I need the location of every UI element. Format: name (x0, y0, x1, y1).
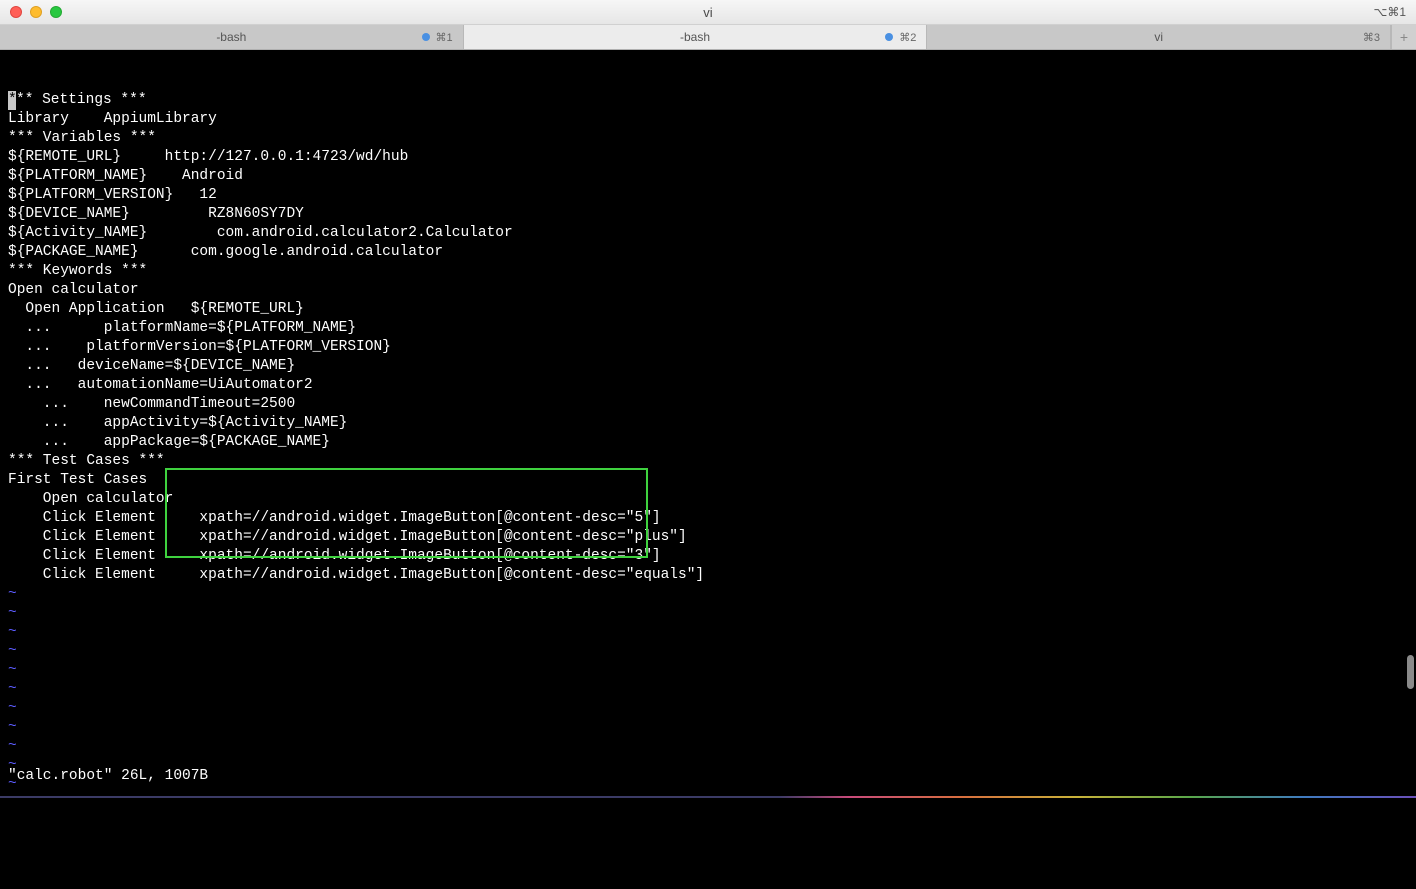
editor-line: First Test Cases (0, 471, 1416, 490)
vi-empty-line-tilde: ~ (0, 604, 1416, 623)
editor-line: ${PLATFORM_NAME} Android (0, 167, 1416, 186)
editor-line: *** Settings *** (0, 91, 1416, 110)
zoom-window-button[interactable] (50, 6, 62, 18)
vi-empty-line-tilde: ~ (0, 756, 1416, 775)
editor-line: *** Keywords *** (0, 262, 1416, 281)
editor-line: Library AppiumLibrary (0, 110, 1416, 129)
editor-line: ... automationName=UiAutomator2 (0, 376, 1416, 395)
vertical-scrollbar[interactable] (1407, 655, 1414, 689)
window-titlebar: vi ⌥⌘1 (0, 0, 1416, 25)
editor-line: Click Element xpath=//android.widget.Ima… (0, 528, 1416, 547)
vi-empty-line-tilde: ~ (0, 642, 1416, 661)
editor-line: ${Activity_NAME} com.android.calculator2… (0, 224, 1416, 243)
editor-line: Click Element xpath=//android.widget.Ima… (0, 547, 1416, 566)
close-window-button[interactable] (10, 6, 22, 18)
dirty-indicator-icon (422, 33, 430, 41)
editor-line: *** Variables *** (0, 129, 1416, 148)
editor-line: Open calculator (0, 281, 1416, 300)
editor-line: ... appActivity=${Activity_NAME} (0, 414, 1416, 433)
editor-line: ... platformVersion=${PLATFORM_VERSION} (0, 338, 1416, 357)
tab-shortcut: ⌘2 (885, 31, 916, 44)
cursor-block: * (8, 91, 16, 110)
vi-empty-line-tilde: ~ (0, 699, 1416, 718)
traffic-lights-group (0, 6, 62, 18)
tab-vi[interactable]: vi ⌘3 (927, 25, 1391, 49)
tab-shortcut: ⌘1 (422, 31, 453, 44)
minimize-window-button[interactable] (30, 6, 42, 18)
tab-bash-2[interactable]: -bash ⌘2 (464, 25, 928, 49)
add-tab-button[interactable]: + (1391, 25, 1416, 49)
tab-label: -bash (216, 30, 246, 44)
vi-empty-line-tilde: ~ (0, 585, 1416, 604)
editor-line: Open calculator (0, 490, 1416, 509)
editor-line: ... platformName=${PLATFORM_NAME} (0, 319, 1416, 338)
window-title: vi (703, 5, 712, 20)
editor-line: *** Test Cases *** (0, 452, 1416, 471)
vi-empty-line-tilde: ~ (0, 737, 1416, 756)
editor-line: Open Application ${REMOTE_URL} (0, 300, 1416, 319)
editor-line: ... newCommandTimeout=2500 (0, 395, 1416, 414)
tab-shortcut: ⌘3 (1363, 31, 1380, 44)
editor-body: *** Settings ***Library AppiumLibrary***… (0, 91, 1416, 794)
editor-line: ${PLATFORM_VERSION} 12 (0, 186, 1416, 205)
tab-bash-1[interactable]: -bash ⌘1 (0, 25, 464, 49)
editor-line: Click Element xpath=//android.widget.Ima… (0, 509, 1416, 528)
vi-status-line: "calc.robot" 26L, 1007B (8, 767, 208, 786)
tab-label: vi (1154, 30, 1163, 44)
tab-bar: -bash ⌘1 -bash ⌘2 vi ⌘3 + (0, 25, 1416, 50)
editor-line: ${DEVICE_NAME} RZ8N60SY7DY (0, 205, 1416, 224)
dirty-indicator-icon (885, 33, 893, 41)
vi-empty-line-tilde: ~ (0, 718, 1416, 737)
editor-line: ... deviceName=${DEVICE_NAME} (0, 357, 1416, 376)
tab-label: -bash (680, 30, 710, 44)
editor-line: ${PACKAGE_NAME} com.google.android.calcu… (0, 243, 1416, 262)
vi-empty-line-tilde: ~ (0, 661, 1416, 680)
editor-line: ... appPackage=${PACKAGE_NAME} (0, 433, 1416, 452)
terminal-viewport[interactable]: *** Settings ***Library AppiumLibrary***… (0, 50, 1416, 798)
editor-line: Click Element xpath=//android.widget.Ima… (0, 566, 1416, 585)
vi-empty-line-tilde: ~ (0, 680, 1416, 699)
vi-empty-line-tilde: ~ (0, 775, 1416, 794)
editor-line: ${REMOTE_URL} http://127.0.0.1:4723/wd/h… (0, 148, 1416, 167)
vi-empty-line-tilde: ~ (0, 623, 1416, 642)
window-shortcut: ⌥⌘1 (1373, 5, 1406, 19)
